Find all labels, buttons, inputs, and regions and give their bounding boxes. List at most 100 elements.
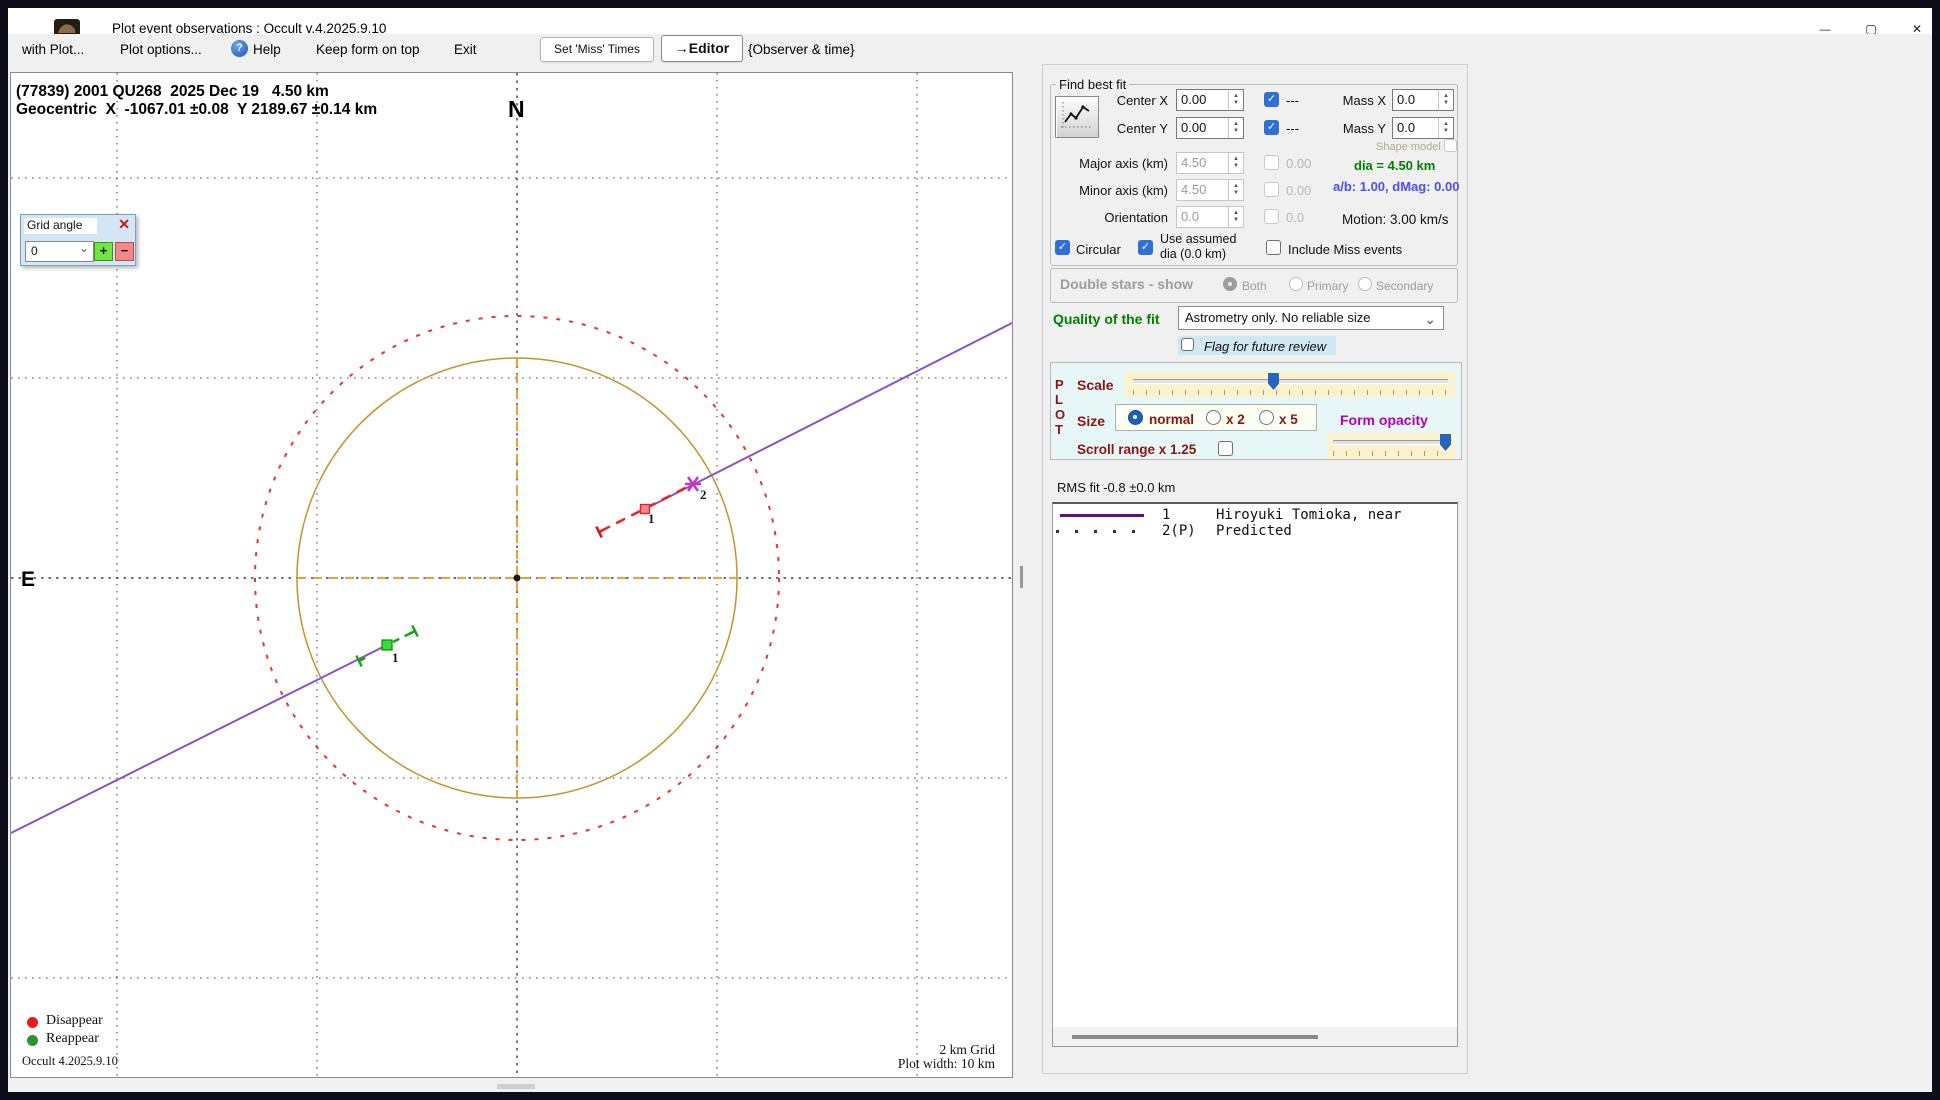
red-chord-ticks: [595, 526, 605, 538]
scale-slider-ticks: [1133, 390, 1448, 395]
rms-fit-label: RMS fit -0.8 ±0.0 km: [1057, 480, 1176, 495]
reappear-point[interactable]: [381, 639, 393, 651]
fit-graph-button[interactable]: [1055, 96, 1099, 138]
size-x2-label[interactable]: x 2: [1226, 412, 1245, 427]
plot-horizontal-scroll-stub[interactable]: [497, 1084, 535, 1089]
form-opacity-label: Form opacity: [1340, 412, 1428, 428]
orientation-err: 0.0: [1286, 210, 1305, 225]
size-x2-radio[interactable]: [1206, 410, 1221, 425]
center-x-spinner[interactable]: [1228, 90, 1243, 110]
plot-letter-t: T: [1055, 422, 1063, 437]
size-x5-radio[interactable]: [1259, 410, 1274, 425]
quality-label: Quality of the fit: [1053, 311, 1160, 327]
opacity-slider-track[interactable]: [1333, 440, 1449, 445]
title-bar: Plot event observations : Occult v.4.202…: [8, 8, 1932, 39]
menu-help[interactable]: Help: [253, 42, 281, 57]
grid-angle-plus-button[interactable]: +: [94, 242, 113, 261]
mass-y-input[interactable]: 0.0: [1392, 117, 1454, 139]
find-best-fit-group: [1050, 84, 1458, 266]
major-axis-input: 4.50: [1176, 152, 1244, 174]
predicted-row-name[interactable]: Predicted: [1216, 523, 1292, 539]
grid-angle-title: Grid angle: [24, 218, 97, 234]
size-x5-label[interactable]: x 5: [1279, 412, 1298, 427]
center-y-input[interactable]: 0.00: [1176, 117, 1244, 139]
double-primary-label: Primary: [1307, 279, 1349, 293]
observer-row-name[interactable]: Hiroyuki Tomioka, near: [1216, 507, 1401, 523]
minor-axis-input: 4.50: [1176, 179, 1244, 201]
mass-x-spinner[interactable]: [1438, 90, 1453, 110]
observer-row-num[interactable]: 1: [1162, 507, 1170, 523]
legend-reappear: Reappear: [46, 1031, 99, 1046]
mass-y-label: Mass Y: [1342, 121, 1386, 136]
menu-exit[interactable]: Exit: [454, 42, 477, 57]
mass-x-input[interactable]: 0.0: [1392, 89, 1454, 111]
disappear-dot-icon: [27, 1017, 38, 1028]
editor-button[interactable]: →Editor: [661, 35, 743, 62]
major-axis-checkbox: [1264, 155, 1279, 170]
quality-select[interactable]: Astrometry only. No reliable size: [1178, 306, 1444, 330]
center-x-extra: ---: [1286, 93, 1299, 108]
minor-axis-label: Minor axis (km): [1079, 183, 1168, 198]
major-axis-err: 0.00: [1286, 156, 1312, 171]
scroll-range-checkbox[interactable]: [1218, 441, 1233, 456]
center-crosshair: [11, 73, 1012, 1077]
center-y-checkbox[interactable]: [1264, 120, 1279, 135]
shape-model-label: Shape model: [1376, 141, 1441, 153]
predicted-row-num[interactable]: 2(P): [1162, 523, 1196, 539]
circular-label: Circular: [1076, 242, 1121, 257]
scroll-range-label: Scroll range x 1.25: [1077, 442, 1197, 457]
shape-model-checkbox: [1444, 139, 1457, 152]
center-x-label: Center X: [1116, 93, 1168, 108]
use-assumed-checkbox[interactable]: [1138, 240, 1153, 255]
grid-angle-box[interactable]: Grid angle ✕ 0 + −: [20, 214, 136, 266]
plot-vertical-scroll-stub[interactable]: [1020, 566, 1023, 588]
mass-y-spinner[interactable]: [1438, 118, 1453, 138]
plot-canvas[interactable]: 1 1 2 N E: [10, 72, 1013, 1078]
reappear-dot-icon: [27, 1035, 38, 1046]
legend-disappear: Disappear: [46, 1013, 103, 1028]
plot-letter-l: L: [1055, 392, 1063, 407]
center-y-spinner[interactable]: [1228, 118, 1243, 138]
include-miss-checkbox[interactable]: [1266, 240, 1281, 255]
star-marker-icon[interactable]: [685, 476, 701, 492]
major-axis-label: Major axis (km): [1079, 156, 1168, 171]
center-y-extra: ---: [1286, 121, 1299, 136]
green-chord-label: 1: [392, 650, 399, 665]
north-label: N: [508, 96, 525, 122]
find-best-fit-title: Find best fit: [1056, 77, 1130, 92]
grid-angle-close-icon[interactable]: ✕: [118, 216, 130, 233]
circular-checkbox[interactable]: [1055, 240, 1070, 255]
version-label: Occult 4.2025.9.10: [22, 1054, 118, 1068]
geocentric-coords: Geocentric X -1067.01 ±0.08 Y 2189.67 ±0…: [16, 101, 378, 118]
ab-dmag-text: a/b: 1.00, dMag: 0.00: [1333, 179, 1460, 194]
menu-plot-options[interactable]: Plot options...: [120, 42, 202, 57]
flag-review-checkbox[interactable]: [1181, 338, 1194, 351]
occultation-plot: 1 1 2 N E: [10, 73, 1013, 1077]
help-icon[interactable]: [231, 40, 248, 57]
red-chord-label: 1: [648, 511, 655, 526]
set-miss-times-button[interactable]: Set 'Miss' Times: [540, 37, 654, 62]
track-line-1: [10, 644, 388, 834]
size-normal-label[interactable]: normal: [1149, 412, 1194, 427]
grid-angle-minus-button[interactable]: −: [115, 242, 134, 261]
list-scrollbar-thumb[interactable]: [1072, 1035, 1318, 1039]
grid-angle-select[interactable]: 0: [25, 239, 94, 262]
opacity-slider-ticks: [1333, 451, 1449, 456]
center-y-label: Center Y: [1116, 121, 1168, 136]
center-x-checkbox[interactable]: [1264, 92, 1279, 107]
scale-slider-track[interactable]: [1133, 379, 1448, 384]
major-axis-spinner: [1228, 153, 1243, 173]
event-title: (77839) 2001 QU268 2025 Dec 19 4.50 km: [16, 83, 329, 100]
center-x-input[interactable]: 0.00: [1176, 89, 1244, 111]
minor-axis-spinner: [1228, 180, 1243, 200]
size-label: Size: [1077, 413, 1106, 429]
observer-time-label[interactable]: {Observer & time}: [748, 42, 855, 57]
size-normal-radio[interactable]: [1128, 410, 1143, 425]
orientation-input: 0.0: [1176, 206, 1244, 228]
observer-list[interactable]: [1052, 502, 1458, 1047]
menu-keep-on-top[interactable]: Keep form on top: [316, 42, 420, 57]
menu-with-plot[interactable]: with Plot...: [22, 42, 84, 57]
double-stars-title: Double stars - show: [1060, 276, 1194, 292]
plot-letter-p: P: [1055, 377, 1064, 392]
include-miss-label: Include Miss events: [1288, 242, 1403, 257]
